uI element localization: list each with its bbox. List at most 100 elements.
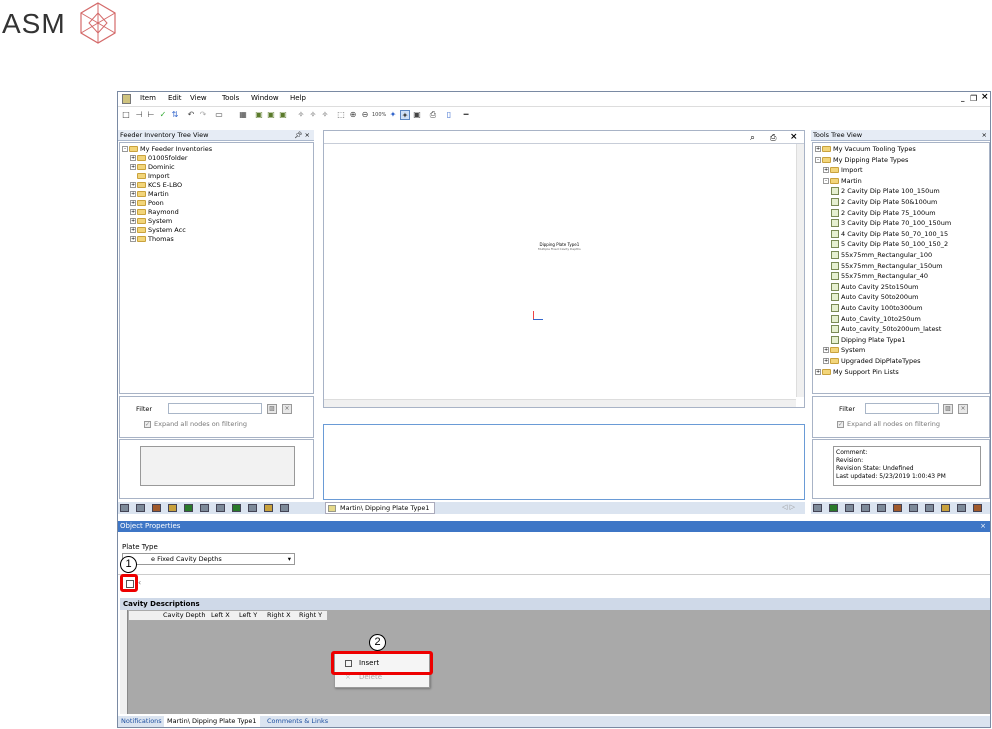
tab-icon[interactable] [280,504,289,512]
menu-item[interactable]: Help [290,94,306,102]
tree-item[interactable]: + Raymond [130,208,179,217]
tree-item[interactable]: + Martin [130,190,169,199]
expand-icon[interactable]: + [130,191,136,197]
tools-tree-item[interactable]: - Martin [823,177,862,186]
tools-tree-item[interactable]: Dipping Plate Type1 [831,335,906,345]
document-tab[interactable]: Martin\ Dipping Plate Type1 [325,502,435,514]
tree-item[interactable]: + System [130,217,172,226]
checkbox[interactable]: ✓ [144,420,151,428]
tab-icon[interactable] [941,504,950,512]
tab-icon[interactable] [264,504,273,512]
minimize-button[interactable]: _ [961,94,965,102]
align-left-icon[interactable]: ⊣ [134,110,144,120]
tree-item[interactable]: + Poon [130,199,164,208]
fit-icon-1[interactable]: ✧ [296,110,306,120]
tools-tree-item[interactable]: Auto Cavity 50to200um [831,293,918,302]
tab-icon[interactable] [861,504,870,512]
canvas-view[interactable]: ⌕ ⎙ × Dipping Plate Type1 Multiple Fixed… [323,130,805,408]
zoom-window-icon[interactable]: ⬚ [336,110,346,120]
document-icon[interactable]: ▯ [444,110,454,120]
zoom-out-icon[interactable]: ⊖ [360,110,370,120]
tools-tree-item[interactable]: + Import [823,166,863,175]
tools-tree-item[interactable]: 2 Cavity Dip Plate 75_100um [831,208,936,218]
column-header-left-y[interactable]: Left Y [239,611,257,620]
tab-icon[interactable] [877,504,886,512]
tree-item[interactable]: + System Acc [130,226,186,235]
pin-icon[interactable]: 📌︎ × [294,130,310,141]
filter-input[interactable] [865,403,939,414]
expand-icon[interactable]: + [130,218,136,224]
tab-icon[interactable] [973,504,982,512]
tools-tree-item[interactable]: Auto Cavity 25to150um [831,282,918,292]
tab-martin-dipping-plate[interactable]: Martin\ Dipping Plate Type1 [164,716,260,727]
tools-tree-item[interactable]: - My Dipping Plate Types [815,156,908,165]
expand-icon[interactable]: + [823,167,829,174]
tab-icon[interactable] [120,504,129,512]
tab-notifications[interactable]: Notifications [118,716,165,727]
layout-dropdown-icon[interactable]: ▭ [214,110,224,120]
frame-icon[interactable]: ▣ [412,110,422,120]
tree-item[interactable]: Import [130,172,170,181]
tools-tree-item[interactable]: Auto_cavity_50to200um_latest [831,325,941,334]
expand-icon[interactable]: + [130,155,136,161]
expand-checkbox-row[interactable]: ✓ Expand all nodes on filtering [837,420,940,428]
filter-apply-button[interactable]: ▨ [267,404,277,414]
align-right-icon[interactable]: ⊢ [146,110,156,120]
tab-icon[interactable] [925,504,934,512]
tools-tree-item[interactable]: 5 Cavity Dip Plate 50_100_150_2 [831,240,948,249]
tab-icon[interactable] [829,504,838,512]
restore-button[interactable]: ❐ [970,94,977,103]
tree-root[interactable]: - My Feeder Inventories [122,145,212,154]
tab-icon[interactable] [845,504,854,512]
column-header-right-x[interactable]: Right X [267,611,291,620]
tools-tree-item[interactable]: Auto_Cavity_10to250um [831,314,921,324]
tools-tree-item[interactable]: 2 Cavity Dip Plate 50&100um [831,198,937,207]
tool-icon-3[interactable]: ▣ [278,110,288,120]
expand-icon[interactable]: + [130,164,136,170]
undo-icon[interactable]: ↶ [186,110,196,120]
menu-item[interactable]: Tools [222,94,239,102]
expand-icon[interactable]: - [815,156,821,163]
tool-icon-2[interactable]: ▣ [266,110,276,120]
tab-icon[interactable] [168,504,177,512]
tools-tree-item[interactable]: 55x75mm_Rectangular_40 [831,272,928,281]
tree-item[interactable]: +01005folder [130,154,188,163]
expand-icon[interactable]: + [823,358,829,364]
tab-icon[interactable] [909,504,918,512]
expand-icon[interactable]: + [130,182,136,188]
vertical-scrollbar[interactable] [796,144,804,397]
select-icon[interactable]: ✦ [400,110,410,120]
expand-icon[interactable]: + [815,368,821,375]
print-icon[interactable]: ⎙ [770,133,776,143]
tools-tree-item[interactable]: + Upgraded DipPlateTypes [823,357,921,366]
menu-item[interactable]: Window [251,94,279,102]
collapse-icon[interactable]: - [122,146,128,152]
zoom-in-icon[interactable]: ⊕ [348,110,358,120]
expand-icon[interactable]: + [130,236,136,242]
tree-item[interactable]: + KCS E-LBO [130,181,182,190]
tab-icon[interactable] [232,504,241,512]
close-button[interactable]: × [981,92,989,102]
pan-icon[interactable]: ✦ [388,110,398,120]
plate-type-select[interactable]: e Fixed Cavity Depths ▾ [122,553,295,565]
tools-tree-item[interactable]: Auto Cavity 100to300um [831,304,923,313]
tree-item[interactable]: + Dominic [130,163,175,172]
fit-icon-2[interactable]: ✧ [308,110,318,120]
filter-apply-button[interactable]: ▨ [943,404,953,414]
menu-item[interactable]: View [190,94,207,102]
tab-icon[interactable] [184,504,193,512]
tree-item[interactable]: + Thomas [130,235,174,244]
expand-icon[interactable]: + [815,146,821,152]
sort-icon[interactable]: ⇅ [170,110,180,120]
close-canvas-icon[interactable]: × [790,132,798,142]
tools-tree-item[interactable]: + My Vacuum Tooling Types [815,145,916,154]
tool-icon-1[interactable]: ▣ [254,110,264,120]
tab-icon[interactable] [152,504,161,512]
column-header-cavity-depth[interactable]: Cavity Depth [163,611,205,620]
tools-tree-item[interactable]: + My Support Pin Lists [815,368,899,377]
tab-icon[interactable] [216,504,225,512]
properties-close-icon[interactable]: × [980,521,986,532]
expand-icon[interactable]: - [823,177,829,184]
expand-checkbox-row[interactable]: ✓ Expand all nodes on filtering [144,420,247,428]
horizontal-scrollbar[interactable] [324,399,796,407]
